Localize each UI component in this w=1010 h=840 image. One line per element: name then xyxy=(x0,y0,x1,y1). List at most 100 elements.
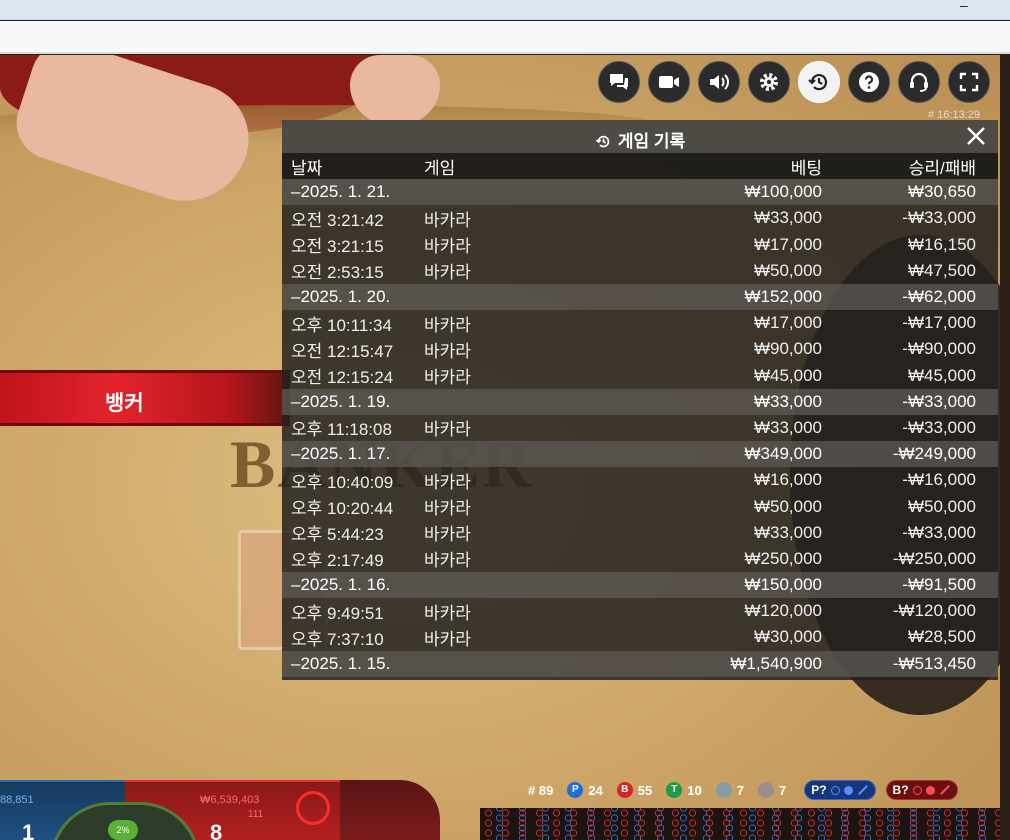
column-header-game[interactable]: 게임 xyxy=(416,153,596,179)
cell-result: ₩28,500 xyxy=(907,627,976,647)
cell-game: 바카라 xyxy=(424,263,471,283)
table-row[interactable]: 오후 2:17:49 바카라 ₩250,000 -₩250,000 xyxy=(282,546,998,572)
column-header-result[interactable]: 승리/패배 xyxy=(822,153,998,179)
cell-bet: ₩45,000 xyxy=(753,365,822,385)
cell-date: –2025. 1. 17. xyxy=(291,444,391,464)
cell-bet: ₩90,000 xyxy=(753,339,822,359)
dealer-hand xyxy=(350,55,440,125)
help-button[interactable] xyxy=(848,61,890,103)
table-row[interactable]: 오후 9:49:51 바카라 ₩120,000 -₩120,000 xyxy=(282,598,998,624)
chat-button[interactable] xyxy=(598,61,640,103)
day-summary-row[interactable]: –2025. 1. 16. ₩150,000 -₩91,500 xyxy=(282,572,998,599)
cell-date: 오전 12:15:47 xyxy=(291,341,394,361)
player-predict-button[interactable]: P? xyxy=(804,780,876,800)
table-row[interactable]: 오전 2:53:15 바카라 ₩50,000 ₩47,500 xyxy=(282,258,998,284)
cell-date: –2025. 1. 19. xyxy=(291,391,391,411)
banker-bettors: 111 xyxy=(248,809,264,820)
cell-game xyxy=(416,441,596,467)
cell-game xyxy=(416,179,596,205)
cell-result: -₩33,000 xyxy=(902,391,976,411)
close-icon[interactable] xyxy=(964,124,988,148)
cell-date: –2025. 1. 21. xyxy=(291,182,391,202)
banner-label: 뱅커 xyxy=(105,392,144,415)
cell-result: -₩250,000 xyxy=(892,548,976,568)
cell-result: ₩47,500 xyxy=(907,260,976,280)
cell-bet: ₩17,000 xyxy=(753,313,822,333)
video-button[interactable] xyxy=(648,61,690,103)
history-button[interactable] xyxy=(798,61,840,103)
table-row[interactable]: 오전 3:21:15 바카라 ₩17,000 ₩16,150 xyxy=(282,232,998,258)
ring-icon xyxy=(830,785,840,795)
column-header-bet[interactable]: 베팅 xyxy=(596,153,822,179)
sound-button[interactable] xyxy=(698,61,740,103)
settings-button[interactable] xyxy=(748,61,790,103)
day-summary-row[interactable]: –2025. 1. 19. ₩33,000 -₩33,000 xyxy=(282,388,998,415)
player-pair-value: 7 xyxy=(736,782,744,798)
cell-date: 오후 10:20:44 xyxy=(291,499,394,519)
gear-icon xyxy=(760,73,778,91)
day-summary-row[interactable]: –2025. 1. 20. ₩152,000 -₩62,000 xyxy=(282,283,998,311)
cell-bet: ₩33,000 xyxy=(753,522,822,542)
cell-game: 바카라 xyxy=(424,629,471,649)
table-row[interactable]: 오후 10:20:44 바카라 ₩50,000 ₩50,000 xyxy=(282,493,998,519)
day-summary-row[interactable]: –2025. 1. 15. ₩1,540,900 -₩513,450 xyxy=(282,650,998,677)
timer-ring xyxy=(296,791,330,825)
cell-game: 바카라 xyxy=(424,499,471,519)
panel-title: 게임 기록 xyxy=(282,127,998,152)
table-row[interactable]: 오후 11:18:08 바카라 ₩33,000 -₩33,000 xyxy=(282,415,998,441)
day-summary-row[interactable]: –2025. 1. 17. ₩349,000 -₩249,000 xyxy=(282,441,998,468)
bead-road xyxy=(480,808,1000,840)
sound-icon xyxy=(710,74,729,90)
cell-game: 바카라 xyxy=(424,368,471,388)
banker-dot: B xyxy=(616,782,633,798)
cell-date: 오후 11:18:08 xyxy=(291,420,392,440)
support-button[interactable] xyxy=(898,61,940,103)
table-row[interactable]: 오전 12:15:47 바카라 ₩90,000 -₩90,000 xyxy=(282,336,998,362)
fullscreen-icon xyxy=(959,72,979,92)
banker-pair-count: 7 xyxy=(757,782,787,798)
cell-game: 바카라 xyxy=(424,420,471,440)
history-icon xyxy=(595,135,610,148)
round-count: # 89 xyxy=(528,782,554,798)
cell-result: ₩16,150 xyxy=(907,234,976,254)
cell-date: 오전 2:53:15 xyxy=(291,263,384,283)
cell-bet: ₩50,000 xyxy=(753,496,822,516)
round-stats: # 89 P 24 B 55 T 10 7 7 P? B? xyxy=(528,780,958,800)
cell-result: ₩50,000 xyxy=(907,496,976,516)
cell-bet: ₩17,000 xyxy=(753,234,822,254)
player-pair-count: 7 xyxy=(715,782,744,798)
table-row[interactable]: 오전 3:21:42 바카라 ₩33,000 -₩33,000 xyxy=(282,205,998,231)
app-window: – BANKER 뱅커 xyxy=(0,0,1010,840)
day-summary-row[interactable]: –2025. 1. 21. ₩100,000 ₩30,650 xyxy=(282,179,998,206)
cell-result: -₩90,000 xyxy=(902,339,976,359)
dot-icon xyxy=(843,785,853,795)
banker-predict-button[interactable]: B? xyxy=(885,780,958,800)
cell-date: 오후 10:11:34 xyxy=(291,315,392,335)
fullscreen-button[interactable] xyxy=(948,61,990,103)
minimize-button[interactable]: – xyxy=(960,0,974,14)
cell-date: 오후 10:40:09 xyxy=(291,472,394,492)
cell-result: -₩120,000 xyxy=(892,601,976,621)
cell-result: ₩30,650 xyxy=(907,182,976,202)
browser-title-bar: – xyxy=(0,0,1010,20)
banker-pair-value: 7 xyxy=(778,782,787,798)
headset-icon xyxy=(910,72,928,92)
table-row[interactable]: 오후 5:44:23 바카라 ₩33,000 -₩33,000 xyxy=(282,520,998,546)
cell-game: 바카라 xyxy=(424,237,471,257)
tie-count-value: 10 xyxy=(687,782,702,798)
player-total: 88,851 xyxy=(0,794,34,806)
side-bet-spot[interactable] xyxy=(340,780,440,840)
table-row[interactable]: 오후 10:11:34 바카라 ₩17,000 -₩17,000 xyxy=(282,310,998,336)
cell-game: 바카라 xyxy=(424,341,471,361)
cell-date: –2025. 1. 16. xyxy=(291,575,391,595)
cell-game: 바카라 xyxy=(424,472,471,492)
chat-icon xyxy=(610,74,628,90)
column-header-date[interactable]: 날짜 xyxy=(282,153,416,179)
banker-predict-label: B? xyxy=(892,783,909,797)
cell-result: -₩16,000 xyxy=(902,470,976,490)
table-row[interactable]: 오후 10:40:09 바카라 ₩16,000 -₩16,000 xyxy=(282,467,998,493)
table-row[interactable]: 오후 7:37:10 바카라 ₩30,000 ₩28,500 xyxy=(282,624,998,650)
cell-bet: ₩33,000 xyxy=(753,391,822,411)
cell-bet: ₩50,000 xyxy=(753,260,822,280)
table-row[interactable]: 오전 12:15:24 바카라 ₩45,000 ₩45,000 xyxy=(282,363,998,389)
